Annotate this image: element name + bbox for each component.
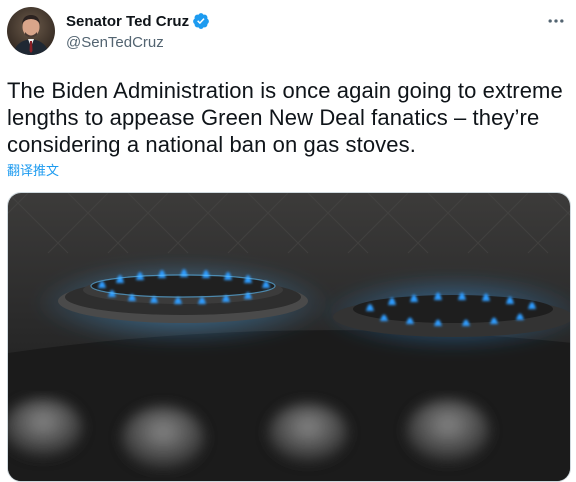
display-name[interactable]: Senator Ted Cruz xyxy=(66,13,189,30)
tweet: Senator Ted Cruz @SenTedCruz The Biden A… xyxy=(0,0,576,482)
translate-link[interactable]: 翻译推文 xyxy=(7,160,59,179)
name-row: Senator Ted Cruz xyxy=(66,11,210,31)
more-options-icon[interactable] xyxy=(544,9,568,33)
avatar-image xyxy=(7,7,55,55)
tweet-text: The Biden Administration is once again g… xyxy=(7,78,563,157)
handle[interactable]: @SenTedCruz xyxy=(66,34,210,51)
gas-stove-image xyxy=(8,193,570,481)
tweet-media[interactable] xyxy=(7,192,571,482)
author-block: Senator Ted Cruz @SenTedCruz xyxy=(66,11,210,51)
avatar[interactable] xyxy=(7,7,55,55)
verified-badge-icon xyxy=(192,12,210,30)
